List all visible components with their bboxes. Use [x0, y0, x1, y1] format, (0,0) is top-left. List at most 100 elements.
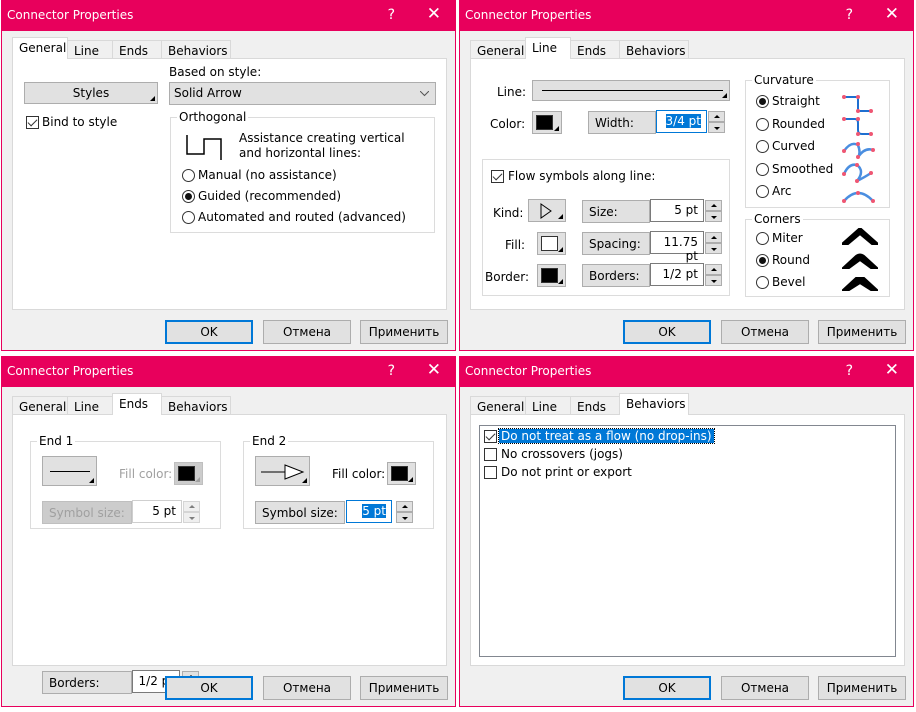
dialog-behaviors: Connector Properties ? ✕ General Line En… — [459, 356, 914, 707]
radio-arc[interactable] — [756, 185, 769, 198]
ok-button[interactable]: OK — [623, 676, 711, 700]
close-button[interactable]: ✕ — [885, 360, 899, 380]
behavior-checkbox[interactable] — [484, 448, 497, 461]
end2-symbol-size-spinner[interactable] — [396, 501, 413, 523]
fill-color-picker[interactable] — [537, 232, 566, 255]
tab-ends[interactable]: Ends — [112, 393, 162, 415]
end1-symbol-size-label: Symbol size: — [42, 501, 132, 524]
cancel-button[interactable]: Отмена — [263, 320, 351, 344]
curvature-preview-icons — [842, 95, 875, 203]
fill-swatch — [391, 466, 408, 481]
radio-curved[interactable] — [756, 140, 769, 153]
width-input[interactable]: 3/4 pt — [656, 110, 707, 133]
tab-behaviors[interactable]: Behaviors — [619, 40, 689, 60]
apply-button[interactable]: Применить — [818, 320, 906, 344]
end1-fill-color-label: Fill color: — [119, 467, 173, 481]
behavior-checkbox[interactable] — [484, 466, 497, 479]
border-color-picker[interactable] — [537, 264, 566, 287]
spacing-input[interactable]: 11.75 pt — [650, 231, 704, 263]
end2-symbol-size-input[interactable]: 5 pt — [346, 500, 392, 523]
spin-down-icon[interactable] — [705, 243, 722, 254]
width-spinner[interactable] — [708, 111, 725, 133]
borders-label: Borders: — [582, 264, 650, 287]
tab-ends[interactable]: Ends — [112, 40, 162, 60]
borders-spinner[interactable] — [705, 264, 722, 286]
tab-line[interactable]: Line — [67, 40, 113, 60]
spacing-spinner[interactable] — [705, 232, 722, 254]
end1-symbol-size-spinner[interactable] — [183, 501, 200, 523]
spin-up-icon[interactable] — [183, 501, 200, 512]
ok-button[interactable]: OK — [165, 676, 253, 700]
size-spinner[interactable] — [705, 200, 722, 222]
behavior-checkbox[interactable] — [484, 430, 497, 443]
tab-line[interactable]: Line — [525, 37, 571, 59]
title-bar: Connector Properties ? ✕ — [2, 357, 455, 387]
spin-up-icon[interactable] — [705, 232, 722, 243]
spacing-label: Spacing: — [582, 232, 650, 255]
close-button[interactable]: ✕ — [427, 360, 441, 380]
bind-to-style-checkbox[interactable] — [26, 116, 39, 129]
tab-ends[interactable]: Ends — [570, 40, 620, 60]
tab-general[interactable]: General — [12, 396, 68, 416]
spin-up-icon[interactable] — [705, 200, 722, 211]
cancel-button[interactable]: Отмена — [263, 676, 351, 700]
apply-button[interactable]: Применить — [360, 320, 448, 344]
radio-smoothed[interactable] — [756, 163, 769, 176]
radio-straight[interactable] — [756, 95, 769, 108]
tab-general[interactable]: General — [12, 37, 68, 59]
radio-automated[interactable] — [182, 211, 195, 224]
ok-button[interactable]: OK — [623, 320, 711, 344]
kind-picker[interactable] — [528, 199, 566, 222]
radio-round[interactable] — [756, 254, 769, 267]
based-on-select[interactable]: Solid Arrow — [169, 82, 436, 105]
tab-line[interactable]: Line — [525, 396, 571, 416]
end1-symbol-size-input[interactable]: 5 pt — [132, 500, 182, 523]
radio-manual[interactable] — [182, 169, 195, 182]
help-button[interactable]: ? — [846, 7, 853, 23]
tab-general[interactable]: General — [470, 40, 526, 60]
spin-down-icon[interactable] — [705, 275, 722, 286]
end1-title: End 1 — [37, 434, 76, 448]
tab-behaviors[interactable]: Behaviors — [619, 393, 689, 415]
radio-guided[interactable] — [182, 190, 195, 203]
ok-button[interactable]: OK — [165, 320, 253, 344]
tab-behaviors[interactable]: Behaviors — [161, 396, 231, 416]
styles-button[interactable]: Styles — [24, 82, 158, 104]
spin-down-icon[interactable] — [705, 211, 722, 222]
tab-ends[interactable]: Ends — [570, 396, 620, 416]
line-style-picker[interactable] — [532, 80, 730, 101]
spin-down-icon[interactable] — [396, 512, 413, 523]
cancel-button[interactable]: Отмена — [721, 320, 809, 344]
end1-symbol-picker[interactable] — [42, 456, 97, 486]
spin-up-icon[interactable] — [708, 111, 725, 122]
tab-behaviors[interactable]: Behaviors — [161, 40, 231, 60]
help-button[interactable]: ? — [846, 363, 853, 379]
radio-miter[interactable] — [756, 232, 769, 245]
spin-down-icon[interactable] — [708, 122, 725, 133]
spin-down-icon[interactable] — [183, 512, 200, 523]
spin-up-icon[interactable] — [396, 501, 413, 512]
apply-button[interactable]: Применить — [360, 676, 448, 700]
end2-symbol-picker[interactable] — [255, 456, 310, 486]
end2-title: End 2 — [250, 434, 289, 448]
end2-fill-color-picker[interactable] — [387, 462, 416, 485]
apply-button[interactable]: Применить — [818, 676, 906, 700]
help-button[interactable]: ? — [388, 363, 395, 379]
dialog-general: Connector Properties ? ✕ General Line En… — [1, 0, 456, 351]
flow-symbols-checkbox[interactable] — [491, 170, 504, 183]
tab-line[interactable]: Line — [67, 396, 113, 416]
help-button[interactable]: ? — [388, 7, 395, 23]
spin-up-icon[interactable] — [705, 264, 722, 275]
close-button[interactable]: ✕ — [427, 4, 441, 24]
radio-bevel[interactable] — [756, 276, 769, 289]
tab-general[interactable]: General — [470, 396, 526, 416]
bind-to-style-label: Bind to style — [42, 115, 118, 129]
size-input[interactable]: 5 pt — [650, 199, 704, 222]
styles-label: Styles — [72, 86, 110, 100]
line-color-picker[interactable] — [532, 111, 562, 134]
radio-rounded[interactable] — [756, 118, 769, 131]
end1-fill-color-picker[interactable] — [174, 462, 203, 485]
borders-input[interactable]: 1/2 pt — [650, 263, 704, 286]
cancel-button[interactable]: Отмена — [721, 676, 809, 700]
close-button[interactable]: ✕ — [885, 4, 899, 24]
